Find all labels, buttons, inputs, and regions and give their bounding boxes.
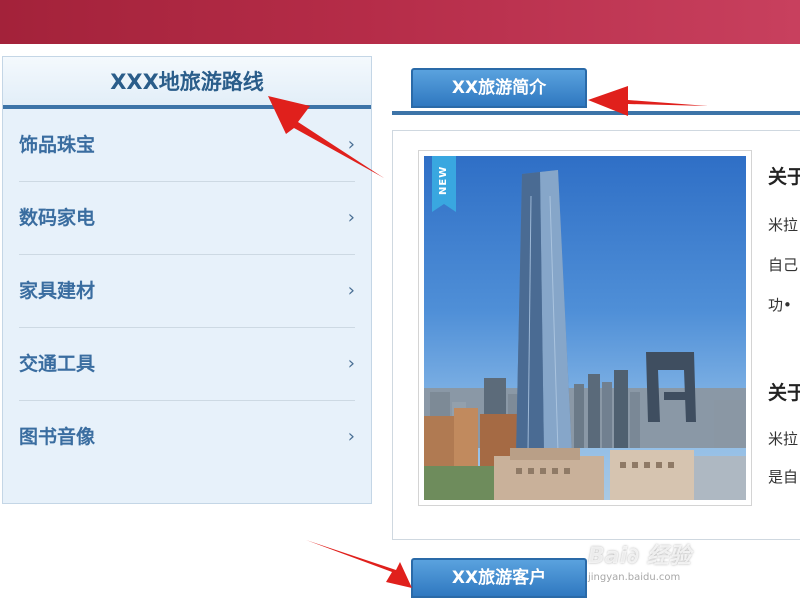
article-text: 自己: [768, 256, 799, 274]
photo-frame: NEW: [418, 150, 752, 506]
new-badge-text: NEW: [438, 165, 449, 195]
article-text: 是自: [768, 468, 799, 486]
sidebar-item-label: 数码家电: [19, 207, 96, 229]
sidebar-item-label: 交通工具: [19, 353, 96, 375]
top-banner: [0, 0, 800, 44]
skyline-illustration: [424, 170, 746, 500]
article-text: 米拉: [768, 216, 799, 234]
sidebar-item-vehicles[interactable]: 交通工具 ›: [19, 328, 355, 401]
article-text: 功•: [768, 296, 792, 314]
sidebar-item-label: 图书音像: [19, 426, 96, 448]
section-divider: [392, 111, 800, 115]
tab-travel-customers[interactable]: XX旅游客户: [411, 558, 587, 598]
chevron-right-icon: ›: [347, 280, 355, 301]
article-text: 米拉: [768, 430, 799, 448]
annotation-arrow-icon: [306, 540, 412, 588]
watermark-url: jingyan.baidu.com: [588, 572, 681, 583]
article-heading: 关于: [768, 382, 800, 404]
sidebar-title: XXX地旅游路线: [3, 57, 371, 109]
chevron-right-icon: ›: [347, 134, 355, 155]
new-badge-tail: [432, 204, 456, 212]
sidebar-item-furniture[interactable]: 家具建材 ›: [19, 255, 355, 328]
sidebar-item-label: 饰品珠宝: [19, 134, 96, 156]
sidebar-item-electronics[interactable]: 数码家电 ›: [19, 182, 355, 255]
sidebar-panel: XXX地旅游路线 饰品珠宝 › 数码家电 › 家具建材 › 交通工具 › 图书音…: [2, 56, 372, 504]
watermark-brand: Bai∂ 经验: [588, 544, 691, 569]
article-heading: 关于: [768, 166, 800, 188]
sidebar-item-jewelry[interactable]: 饰品珠宝 ›: [19, 109, 355, 182]
sidebar-menu: 饰品珠宝 › 数码家电 › 家具建材 › 交通工具 › 图书音像 ›: [19, 109, 355, 473]
chevron-right-icon: ›: [347, 207, 355, 228]
chevron-right-icon: ›: [347, 426, 355, 447]
sidebar-item-books-media[interactable]: 图书音像 ›: [19, 401, 355, 473]
chevron-right-icon: ›: [347, 353, 355, 374]
city-skyline-photo: NEW: [424, 156, 746, 500]
baidu-watermark: Bai∂ 经验 jingyan.baidu.com: [588, 538, 768, 598]
sidebar-item-label: 家具建材: [19, 280, 96, 302]
tab-travel-intro[interactable]: XX旅游简介: [411, 68, 587, 108]
